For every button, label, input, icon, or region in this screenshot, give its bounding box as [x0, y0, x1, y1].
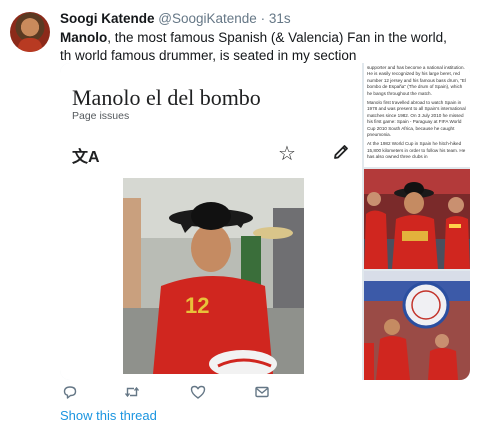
- tweet-text-bold: Manolo: [60, 30, 108, 45]
- tweet-text-rest: , the most famous Spanish (& Valencia) F…: [60, 30, 447, 63]
- retweet-icon[interactable]: [124, 384, 140, 400]
- article-paragraph-3: At the 1982 World Cup in Spain he hitch-…: [367, 141, 466, 160]
- wiki-toolbar: 文A ☆: [60, 139, 362, 167]
- wiki-page-issues: Page issues: [72, 110, 130, 122]
- media-image-stadium-1[interactable]: [364, 169, 470, 269]
- media-image-article-text[interactable]: supporter and has become a national inst…: [364, 63, 470, 167]
- wiki-article-title: Manolo el del bombo: [72, 85, 261, 110]
- media-image-main[interactable]: Manolo el del bombo Page issues 文A ☆ 12: [60, 63, 362, 380]
- svg-text:12: 12: [185, 293, 209, 318]
- tweet: Soogi Katende @SoogiKatende · 31s Manolo…: [0, 0, 480, 427]
- reply-icon[interactable]: [62, 384, 78, 400]
- tweet-header: Soogi Katende @SoogiKatende · 31s: [60, 11, 291, 26]
- avatar[interactable]: [10, 12, 50, 52]
- article-paragraph-2: Manolo first travelled abroad to watch S…: [367, 100, 466, 138]
- media-grid: Manolo el del bombo Page issues 文A ☆ 12 …: [60, 63, 470, 380]
- translate-icon: 文A: [72, 149, 100, 166]
- separator-dot: ·: [260, 11, 266, 26]
- tweet-text: Manolo, the most famous Spanish (& Valen…: [60, 29, 460, 65]
- user-handle[interactable]: @SoogiKatende: [158, 11, 257, 26]
- display-name[interactable]: Soogi Katende: [60, 11, 155, 26]
- pencil-icon: [334, 145, 348, 159]
- star-icon: ☆: [278, 143, 296, 165]
- heart-icon[interactable]: [190, 384, 206, 400]
- article-paragraph-1: supporter and has become a national inst…: [367, 65, 466, 96]
- show-thread-link[interactable]: Show this thread: [60, 408, 157, 423]
- envelope-icon[interactable]: [254, 384, 270, 400]
- media-image-stadium-2[interactable]: [364, 271, 470, 380]
- manolo-photo: 12: [123, 178, 304, 374]
- tweet-timestamp[interactable]: 31s: [269, 11, 291, 26]
- tweet-actions: [60, 384, 470, 404]
